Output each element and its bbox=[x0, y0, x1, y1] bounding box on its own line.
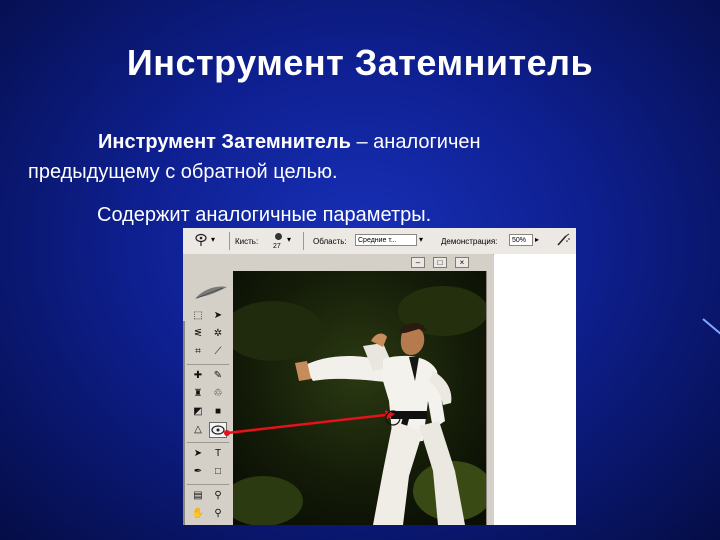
photoshop-screenshot: ▾ Кисть: 27 ▾ Область: Средние т... ▾ Де… bbox=[183, 228, 576, 525]
slide-title: Инструмент Затемнитель bbox=[126, 42, 594, 83]
description-part2: предыдущему с обратной целью. bbox=[28, 161, 338, 183]
pointer-arrow bbox=[224, 410, 401, 436]
description-part1: – аналогичен bbox=[350, 131, 481, 153]
parameters-note: Содержит аналогичные параметры. bbox=[97, 204, 432, 226]
description-paragraph: Инструмент Затемнитель – аналогичен пред… bbox=[28, 127, 588, 187]
tool-name: Инструмент Затемнитель bbox=[98, 131, 351, 153]
decorative-line bbox=[702, 318, 720, 338]
